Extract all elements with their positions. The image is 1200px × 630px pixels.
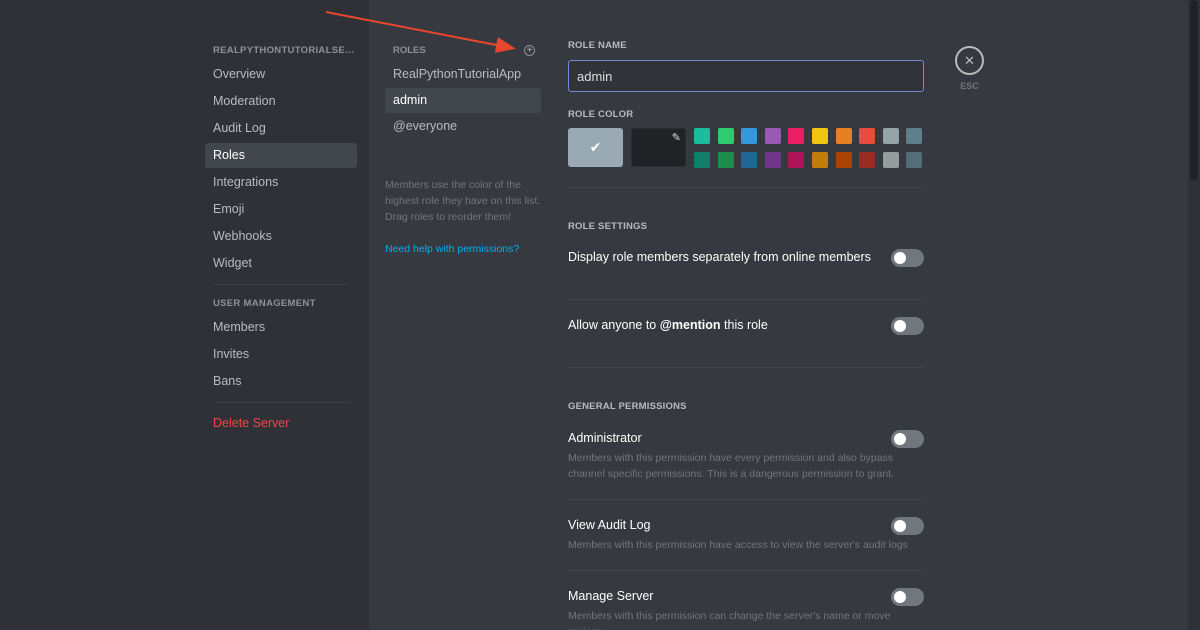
eyedropper-icon: ✎ [671,132,681,144]
permissions-help-link[interactable]: Need help with permissions? [385,243,541,255]
permission-desc: Members with this permission have access… [568,539,908,551]
color-palette [694,128,924,176]
top-color-swatch-2[interactable] [717,128,734,144]
permission-label: Manage Server [568,589,654,603]
setting-allow-mention: Allow anyone to @mention this role [568,317,924,368]
bottom-color-swatch-4[interactable] [764,152,781,168]
delete-server-button[interactable]: Delete Server [205,411,357,436]
general-permissions-label: GENERAL PERMISSIONS [568,401,687,412]
top-color-swatch-1[interactable] [694,128,710,144]
sidebar-item-members[interactable]: Members [205,315,357,340]
role-settings-label: ROLE SETTINGS [568,221,648,232]
custom-color-swatch[interactable]: ✎ [631,128,686,167]
mention-label-pre: Allow anyone to [568,318,660,332]
palette-row-bottom [694,152,924,168]
permission-label: View Audit Log [568,518,651,532]
sidebar-item-invites[interactable]: Invites [205,342,357,367]
permission-desc: Members with this permission can change … [568,610,891,630]
plus-circle-icon[interactable]: + [524,45,535,56]
setting-display-separately: Display role members separately from onl… [568,249,924,300]
permission-desc: Members with this permission have every … [568,452,895,480]
permission-administrator: Administrator Members with this permissi… [568,430,924,500]
bottom-color-swatch-6[interactable] [811,152,828,168]
setting-label: Allow anyone to @mention this role [568,317,768,333]
role-item-realpythontutorialapp[interactable]: RealPythonTutorialApp [385,62,541,87]
top-color-swatch-7[interactable] [835,128,852,144]
scrollbar[interactable] [1188,0,1200,630]
user-management-header: USER MANAGEMENT [213,298,316,309]
administrator-toggle[interactable] [891,430,924,448]
sidebar-item-bans[interactable]: Bans [205,369,357,394]
sidebar-nav: REALPYTHONTUTORIALSERV... Overview Moder… [205,40,357,438]
top-color-swatch-9[interactable] [882,128,899,144]
permission-manage-server: Manage Server Members with this permissi… [568,588,924,630]
roles-help-text: Members use the color of the highest rol… [385,179,541,223]
role-name-label: ROLE NAME [568,40,627,51]
display-separately-toggle[interactable] [891,249,924,267]
bottom-color-swatch-7[interactable] [835,152,852,168]
top-color-swatch-10[interactable] [906,128,923,144]
sidebar-item-integrations[interactable]: Integrations [205,170,357,195]
check-icon: ✔ [589,139,602,155]
scroll-thumb[interactable] [1190,0,1198,180]
top-color-swatch-8[interactable] [859,128,876,144]
sidebar-item-widget[interactable]: Widget [205,251,357,276]
view-audit-log-toggle[interactable] [891,517,924,535]
toggle-knob [894,520,906,532]
sidebar-item-roles[interactable]: Roles [205,143,357,168]
bottom-color-swatch-9[interactable] [882,152,899,168]
sidebar-item-moderation[interactable]: Moderation [205,89,357,114]
section-divider [568,187,924,188]
bottom-color-swatch-2[interactable] [717,152,734,168]
esc-label: ESC [960,81,979,91]
bottom-color-swatch-3[interactable] [741,152,758,168]
roles-column: ROLES + RealPythonTutorialApp admin @eve… [385,40,541,255]
sidebar-item-overview[interactable]: Overview [205,62,357,87]
toggle-knob [894,433,906,445]
bottom-color-swatch-10[interactable] [906,152,923,168]
sidebar-item-emoji[interactable]: Emoji [205,197,357,222]
toggle-knob [894,591,906,603]
mention-label-post: this role [720,318,768,332]
top-color-swatch-6[interactable] [811,128,828,144]
top-color-swatch-5[interactable] [788,128,805,144]
toggle-knob [894,252,906,264]
role-item-everyone[interactable]: @everyone [385,114,541,139]
roles-header: ROLES + [385,40,541,62]
toggle-knob [894,320,906,332]
sidebar-divider [213,284,349,285]
mention-label-bold: @mention [659,318,721,332]
top-color-swatch-3[interactable] [741,128,758,144]
role-editor: ROLE NAME ROLE COLOR ✔ ✎ ROLE SETTINGS D… [568,40,924,630]
role-name-input[interactable] [568,60,924,92]
allow-mention-toggle[interactable] [891,317,924,335]
server-name-header: REALPYTHONTUTORIALSERV... [213,45,357,56]
setting-label: Display role members separately from onl… [568,250,871,264]
bottom-color-swatch-5[interactable] [788,152,805,168]
permission-view-audit-log: View Audit Log Members with this permiss… [568,517,924,571]
role-color-picker: ✔ ✎ [568,128,924,172]
palette-row-top [694,128,924,144]
settings-sidebar: REALPYTHONTUTORIALSERV... Overview Moder… [0,0,369,630]
role-item-admin[interactable]: admin [385,88,541,113]
role-color-label: ROLE COLOR [568,109,634,120]
bottom-color-swatch-8[interactable] [859,152,876,168]
default-color-swatch[interactable]: ✔ [568,128,623,167]
manage-server-toggle[interactable] [891,588,924,606]
top-color-swatch-4[interactable] [764,128,781,144]
bottom-color-swatch-1[interactable] [694,152,710,168]
roles-header-label: ROLES [393,45,426,56]
sidebar-divider [213,402,349,403]
permission-label: Administrator [568,431,642,445]
sidebar-item-webhooks[interactable]: Webhooks [205,224,357,249]
close-button[interactable]: ✕ [955,46,984,75]
close-icon: ✕ [964,53,975,68]
sidebar-item-audit-log[interactable]: Audit Log [205,116,357,141]
